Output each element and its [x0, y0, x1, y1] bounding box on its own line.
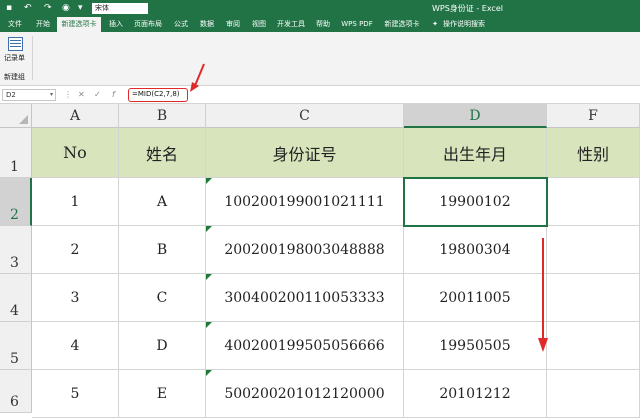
menu-page-layout[interactable]: 页面布局: [132, 17, 164, 32]
cell-f5[interactable]: [547, 322, 640, 370]
window-title: WPS身份证 - Excel: [432, 4, 503, 13]
formula-input[interactable]: =MID(C2,7,8): [128, 88, 188, 102]
row-header-5[interactable]: 5: [0, 322, 32, 370]
insert-function-icon[interactable]: f: [112, 90, 115, 99]
cell-f3[interactable]: [547, 226, 640, 274]
menu-view[interactable]: 视图: [248, 17, 270, 32]
column-header-b[interactable]: B: [119, 104, 206, 128]
redo-icon[interactable]: ↷: [44, 2, 52, 14]
menu-data[interactable]: 数据: [196, 17, 218, 32]
annotation-arrow-formula: [190, 63, 205, 92]
text-number-indicator-icon: [206, 274, 212, 280]
cell-f4[interactable]: [547, 274, 640, 322]
menu-help[interactable]: 帮助: [312, 17, 334, 32]
text-number-indicator-icon: [206, 226, 212, 232]
font-name-box[interactable]: 宋体: [92, 3, 148, 14]
column-header-a[interactable]: A: [32, 104, 119, 128]
cell-c5[interactable]: 400200199505056666: [206, 322, 404, 370]
row-header-4[interactable]: 4: [0, 274, 32, 322]
cell-b3[interactable]: B: [119, 226, 206, 274]
menu-formulas[interactable]: 公式: [170, 17, 192, 32]
cell-b1[interactable]: 姓名: [119, 128, 206, 178]
cell-d5[interactable]: 19950505: [404, 322, 547, 370]
menu-review[interactable]: 审阅: [222, 17, 244, 32]
cell-c6[interactable]: 500200201012120000: [206, 370, 404, 418]
cell-d3[interactable]: 19800304: [404, 226, 547, 274]
cell-f1[interactable]: 性别: [547, 128, 640, 178]
text-number-indicator-icon: [206, 178, 212, 184]
row-header-6[interactable]: 6: [0, 370, 32, 413]
name-box-dropdown-icon[interactable]: ▾: [50, 90, 53, 100]
cell-b6[interactable]: E: [119, 370, 206, 418]
cell-a2[interactable]: 1: [32, 178, 119, 226]
cell-b4[interactable]: C: [119, 274, 206, 322]
cell-c1[interactable]: 身份证号: [206, 128, 404, 178]
menu-home[interactable]: 开始: [32, 17, 54, 32]
column-header-d[interactable]: D: [404, 104, 547, 128]
cancel-icon[interactable]: ✕: [78, 90, 85, 99]
cell-a4[interactable]: 3: [32, 274, 119, 322]
lightbulb-icon: ✦: [432, 20, 438, 28]
menu-developer[interactable]: 开发工具: [274, 17, 308, 32]
cell-f2[interactable]: [547, 178, 640, 226]
record-form-button[interactable]: 记录单: [4, 53, 25, 63]
camera-icon[interactable]: ◉: [62, 2, 70, 14]
ribbon: 记录单 新建组: [0, 32, 640, 86]
cell-a1[interactable]: No: [32, 128, 119, 178]
text-number-indicator-icon: [206, 322, 212, 328]
cell-a3[interactable]: 2: [32, 226, 119, 274]
column-header-c[interactable]: C: [206, 104, 404, 128]
record-form-icon[interactable]: [8, 37, 23, 51]
quick-access-more-icon[interactable]: ▾: [78, 2, 83, 14]
menu-new-tab[interactable]: 新建选项卡: [380, 17, 424, 32]
cell-c4[interactable]: 300400200110053333: [206, 274, 404, 322]
undo-icon[interactable]: ↶: [24, 2, 32, 14]
cell-b5[interactable]: D: [119, 322, 206, 370]
save-icon[interactable]: ▪: [6, 2, 12, 14]
formula-bar: D2 ▾ ⋮ ✕ ✓ f =MID(C2,7,8): [0, 86, 640, 104]
select-all-corner[interactable]: [0, 104, 32, 128]
cell-c3[interactable]: 200200198003048888: [206, 226, 404, 274]
menu-bar: 文件 开始 新建选项卡 插入 页面布局 公式 数据 审阅 视图 开发工具 帮助 …: [0, 17, 640, 32]
cell-a6[interactable]: 5: [32, 370, 119, 418]
cell-d1[interactable]: 出生年月: [404, 128, 547, 178]
name-box[interactable]: D2 ▾: [2, 89, 56, 101]
column-header-f[interactable]: F: [547, 104, 640, 128]
cell-b2[interactable]: A: [119, 178, 206, 226]
row-header-1[interactable]: 1: [0, 128, 32, 178]
cell-d4[interactable]: 20011005: [404, 274, 547, 322]
row-header-3[interactable]: 3: [0, 226, 32, 274]
cell-c2[interactable]: 100200199001021111: [206, 178, 404, 226]
search-tell-me[interactable]: 操作说明搜索: [442, 17, 486, 32]
ribbon-group-label: 新建组: [4, 73, 25, 81]
row-header-2[interactable]: 2: [0, 178, 32, 226]
name-box-value: D2: [6, 91, 16, 99]
menu-file[interactable]: 文件: [4, 17, 26, 32]
ribbon-group-separator: [32, 36, 33, 80]
menu-insert[interactable]: 插入: [105, 17, 127, 32]
cell-f6[interactable]: [547, 370, 640, 418]
annotation-arrow-fill-down: [538, 238, 548, 352]
menu-new-tab-active[interactable]: 新建选项卡: [57, 17, 101, 32]
enter-icon[interactable]: ✓: [94, 90, 101, 99]
text-number-indicator-icon: [206, 370, 212, 376]
cell-d6[interactable]: 20101212: [404, 370, 547, 418]
more-icon: ⋮: [64, 90, 72, 99]
cell-d2-active[interactable]: 19900102: [403, 177, 548, 227]
cell-a5[interactable]: 4: [32, 322, 119, 370]
menu-wps-pdf[interactable]: WPS PDF: [340, 17, 374, 32]
title-bar: ▪ ↶ ↷ ◉ ▾ 宋体 WPS身份证 - Excel: [0, 0, 640, 17]
